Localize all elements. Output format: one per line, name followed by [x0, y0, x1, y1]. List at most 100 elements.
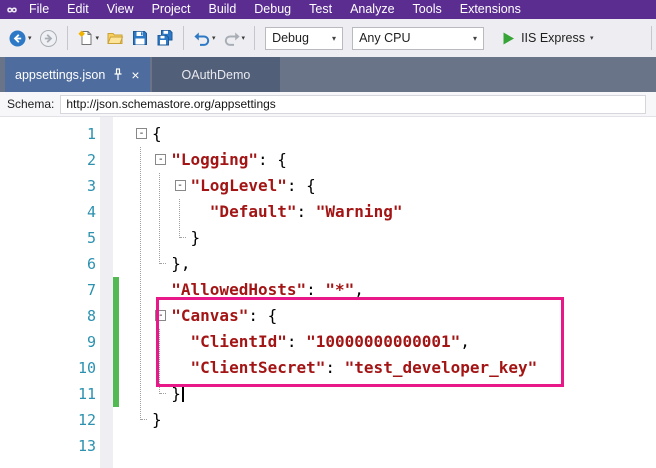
menu-item-extensions[interactable]: Extensions	[451, 0, 530, 19]
json-string-token: "test_developer_key"	[344, 358, 538, 377]
close-icon[interactable]: ×	[131, 68, 139, 82]
save-all-button[interactable]	[154, 27, 176, 49]
schema-value: http://json.schemastore.org/appsettings	[66, 97, 276, 111]
json-punctuation-token: }	[152, 410, 162, 429]
outlining-guide-line	[159, 329, 167, 394]
collapse-region-button[interactable]: -	[155, 310, 167, 321]
json-punctuation-token: }	[152, 384, 181, 403]
menu-item-view[interactable]: View	[98, 0, 143, 19]
menu-item-build[interactable]: Build	[199, 0, 245, 19]
json-punctuation-token: :	[286, 332, 307, 351]
tab-oauthdemo[interactable]: OAuthDemo	[151, 57, 281, 92]
menu-item-tools[interactable]: Tools	[404, 0, 451, 19]
line-number: 10	[77, 359, 96, 377]
glyph-margin	[100, 251, 113, 277]
navigate-back-button[interactable]: ▾	[6, 27, 34, 50]
code-line[interactable]: 6 },	[0, 251, 656, 277]
new-file-button[interactable]: ▾	[75, 27, 102, 49]
code-text: }	[119, 381, 184, 407]
line-number: 9	[86, 333, 96, 351]
tab-appsettings-json[interactable]: appsettings.json ×	[5, 57, 150, 92]
code-line[interactable]: 8 "Canvas": {-	[0, 303, 656, 329]
glyph-margin	[100, 303, 113, 329]
undo-icon	[194, 32, 210, 46]
navigate-forward-icon	[39, 29, 57, 47]
code-editor[interactable]: 1{-2 "Logging": {-3 "LogLevel": {-4 "Def…	[0, 117, 656, 468]
json-string-token: "10000000000001"	[306, 332, 461, 351]
menu-bar: File Edit View Project Build Debug Test Analyze…	[0, 0, 656, 19]
collapse-region-button[interactable]: -	[136, 128, 147, 139]
solution-platform-dropdown[interactable]: Any CPU ▾	[352, 26, 485, 50]
code-line[interactable]: 12}	[0, 407, 656, 433]
open-folder-icon	[107, 33, 124, 44]
chevron-down-icon[interactable]: ▾	[212, 35, 216, 42]
code-line[interactable]: 7 "AllowedHosts": "*",	[0, 277, 656, 303]
line-number: 5	[86, 229, 96, 247]
tab-label: OAuthDemo	[181, 67, 251, 82]
menu-item-debug[interactable]: Debug	[245, 0, 300, 19]
menu-item-test[interactable]: Test	[300, 0, 341, 19]
code-line[interactable]: 5 }	[0, 225, 656, 251]
json-string-token: "*"	[325, 280, 355, 299]
code-lines: 1{-2 "Logging": {-3 "LogLevel": {-4 "Def…	[0, 117, 656, 459]
pin-icon[interactable]	[112, 68, 124, 81]
new-file-icon	[77, 30, 92, 45]
undo-button[interactable]: ▾	[191, 27, 218, 49]
line-number: 8	[86, 307, 96, 325]
json-string-token: "Default"	[209, 202, 297, 221]
line-number: 6	[86, 255, 96, 273]
glyph-margin	[100, 147, 113, 173]
json-string-token: "Canvas"	[171, 306, 249, 325]
code-line[interactable]: 13	[0, 433, 656, 459]
schema-value-dropdown[interactable]: http://json.schemastore.org/appsettings	[60, 94, 646, 114]
toolbar-separator	[254, 26, 256, 50]
json-punctuation-token: : {	[257, 150, 287, 169]
chevron-down-icon[interactable]: ▾	[242, 35, 246, 42]
visual-studio-window: File Edit View Project Build Debug Test Analyze…	[0, 0, 656, 468]
chevron-down-icon[interactable]: ▾	[96, 35, 100, 42]
menu-bar-items: File Edit View Project Build Debug Test Analyze…	[20, 0, 530, 19]
glyph-margin	[100, 381, 113, 407]
navigate-back-icon	[9, 30, 26, 46]
open-file-button[interactable]	[104, 27, 126, 49]
menu-item-file[interactable]: File	[20, 0, 58, 19]
json-punctuation-token: ,	[354, 280, 364, 299]
chevron-down-icon[interactable]: ▾	[28, 35, 32, 42]
code-text: },	[119, 251, 190, 277]
chevron-down-icon[interactable]: ▾	[590, 35, 594, 42]
code-line[interactable]: 4 "Default": "Warning"	[0, 199, 656, 225]
line-number: 4	[86, 203, 96, 221]
menu-item-edit[interactable]: Edit	[58, 0, 98, 19]
toolbar-separator	[66, 26, 68, 50]
save-button[interactable]	[129, 27, 151, 49]
json-punctuation-token	[152, 202, 210, 221]
outlining-guide-line	[178, 199, 186, 238]
glyph-margin	[100, 407, 113, 433]
menu-item-project[interactable]: Project	[143, 0, 200, 19]
json-punctuation-token	[152, 332, 191, 351]
code-text: "ClientSecret": "test_developer_key"	[119, 355, 538, 381]
code-line[interactable]: 2 "Logging": {-	[0, 147, 656, 173]
line-number: 11	[77, 385, 96, 403]
visual-studio-logo-icon	[4, 3, 20, 17]
json-punctuation-token: :	[325, 358, 345, 377]
menu-item-analyze[interactable]: Analyze	[341, 0, 403, 19]
redo-button[interactable]: ▾	[221, 27, 248, 49]
collapse-region-button[interactable]: -	[174, 180, 186, 191]
solution-configuration-dropdown[interactable]: Debug ▾	[265, 26, 344, 50]
code-line[interactable]: 3 "LogLevel": {-	[0, 173, 656, 199]
code-line[interactable]: 9 "ClientId": "10000000000001",	[0, 329, 656, 355]
outlining-guide-line	[159, 173, 167, 264]
code-text: "LogLevel": {-	[119, 173, 316, 199]
code-line[interactable]: 11 }	[0, 381, 656, 407]
run-iis-express-button[interactable]: IIS Express ▾	[495, 30, 599, 47]
collapse-region-button[interactable]: -	[155, 154, 167, 165]
glyph-margin	[100, 277, 113, 303]
navigate-forward-button[interactable]	[37, 27, 60, 50]
text-cursor	[181, 385, 184, 402]
code-line[interactable]: 10 "ClientSecret": "test_developer_key"	[0, 355, 656, 381]
code-line[interactable]: 1 {-	[0, 121, 656, 147]
glyph-margin	[100, 355, 113, 381]
code-text: "Canvas": {-	[119, 303, 277, 329]
json-punctuation-token: {	[152, 124, 162, 143]
